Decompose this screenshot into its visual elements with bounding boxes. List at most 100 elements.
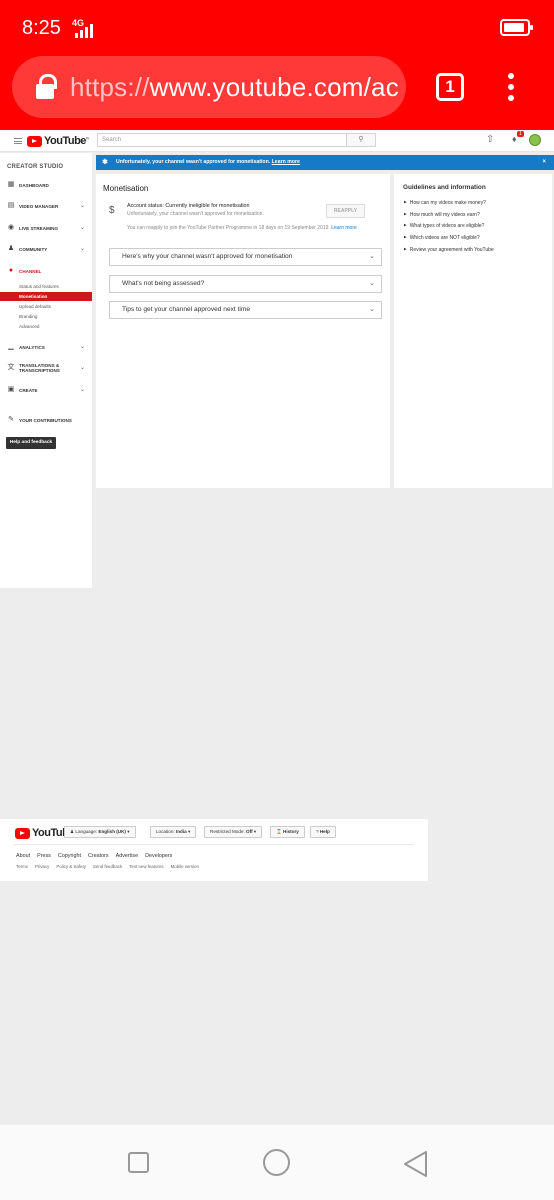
footer-link-privacy[interactable]: Privacy: [35, 864, 49, 869]
footer: YouTube ♟ Language: English (UK) ▾ Locat…: [0, 819, 428, 881]
search-input[interactable]: Search: [97, 133, 347, 147]
monetisation-panel: Monetisation $ Account status: Currently…: [96, 174, 390, 488]
chevron-down-icon: ⌄: [79, 365, 85, 371]
footer-link-mobile[interactable]: Mobile version: [171, 864, 199, 869]
footer-link-creators[interactable]: Creators: [88, 853, 109, 859]
footer-primary-links: About Press Copyright Creators Advertise…: [16, 853, 172, 859]
url-text[interactable]: https://www.youtube.com/ac: [70, 72, 399, 103]
upload-icon[interactable]: ⇧: [486, 134, 494, 145]
status-time: 8:25: [22, 17, 61, 39]
accordion-label: Tips to get your channel approved next t…: [122, 306, 251, 313]
sidebar-subitem-branding[interactable]: Branding: [0, 312, 92, 321]
sidebar-subitem-advanced[interactable]: Advanced: [0, 322, 92, 331]
chevron-down-icon: ⌄: [79, 344, 85, 350]
sidebar-subitem-status[interactable]: Status and features: [0, 282, 92, 291]
youtube-play-icon: [15, 827, 30, 839]
accordion-why-not-approved[interactable]: Here's why your channel wasn't approved …: [109, 248, 382, 266]
battery-icon: [500, 19, 533, 36]
guideline-link[interactable]: What types of videos are eligible?: [404, 223, 485, 229]
chevron-down-icon: ⌄: [79, 246, 85, 252]
sidebar-item-live-streaming[interactable]: ◉ LIVE STREAMING ⌄: [0, 221, 92, 235]
help-label: Help: [319, 829, 330, 834]
guidelines-panel: Guidelines and information How can my vi…: [394, 174, 552, 488]
reapply-learn-more-link[interactable]: Learn more: [331, 225, 357, 231]
reapply-note-text: You can reapply to join the YouTube Part…: [127, 225, 330, 231]
sidebar-item-translations[interactable]: 文 TRANSLATIONS & TRANSCRIPTIONS ⌄: [0, 361, 92, 375]
search-button[interactable]: ⚲: [346, 133, 376, 147]
url-bar[interactable]: https://www.youtube.com/ac: [12, 56, 406, 118]
chevron-down-icon: ⌄: [369, 306, 375, 313]
reapply-button[interactable]: REAPPLY: [326, 204, 365, 218]
sidebar-item-video-manager[interactable]: ▤ VIDEO MANAGER ⌄: [0, 199, 92, 213]
sidebar-item-create[interactable]: ▣ CREATE ⌄: [0, 383, 92, 397]
youtube-logo[interactable]: YouTubeIN: [27, 135, 89, 147]
guideline-link[interactable]: How much will my videos earn?: [404, 212, 480, 218]
star-icon: ✱: [102, 159, 108, 166]
video-manager-icon: ▤: [7, 202, 15, 209]
hamburger-menu-icon[interactable]: [14, 138, 22, 146]
chevron-down-icon: ⌄: [369, 280, 375, 287]
language-value: English (UK): [98, 829, 126, 834]
notification-count: 1: [517, 131, 524, 137]
accordion-tips[interactable]: Tips to get your channel approved next t…: [109, 301, 382, 319]
sidebar-title: CREATOR STUDIO: [7, 164, 64, 170]
guideline-link[interactable]: How can my videos make money?: [404, 200, 486, 206]
sidebar-item-channel[interactable]: ● CHANNEL: [0, 264, 92, 278]
account-status: Account status: Currently ineligible for…: [127, 203, 250, 209]
banner-learn-more-link[interactable]: Learn more: [272, 159, 300, 165]
restricted-mode-selector[interactable]: Restricted Mode: Off ▾: [204, 826, 263, 838]
guideline-link[interactable]: Review your agreement with YouTube: [404, 247, 494, 253]
footer-link-copyright[interactable]: Copyright: [58, 853, 81, 859]
guideline-link[interactable]: Which videos are NOT eligible?: [404, 235, 480, 241]
browser-menu-icon[interactable]: [506, 73, 516, 103]
accordion-not-assessed[interactable]: What's not being assessed? ⌄: [109, 275, 382, 293]
footer-link-test-features[interactable]: Test new features: [129, 864, 163, 869]
recents-button-icon[interactable]: [128, 1152, 149, 1173]
alert-banner: ✱ Unfortunately, your channel wasn't app…: [96, 155, 554, 170]
reapply-note: You can reapply to join the YouTube Part…: [127, 225, 357, 231]
live-streaming-icon: ◉: [7, 224, 15, 231]
location-selector[interactable]: Location: India ▾: [150, 826, 197, 838]
avatar[interactable]: [529, 134, 541, 146]
translations-icon: 文: [7, 364, 15, 371]
footer-link-terms[interactable]: Terms: [16, 864, 28, 869]
community-icon: ♟: [7, 245, 15, 252]
tab-switcher-button[interactable]: 1: [436, 73, 464, 101]
youtube-page: YouTubeIN Search ⚲ ⇧ ♦ 1 CREATOR STUDIO ▦…: [0, 130, 554, 1125]
language-label: Language:: [75, 829, 98, 834]
footer-link-feedback[interactable]: Send feedback: [93, 864, 122, 869]
url-scheme: https://: [70, 72, 150, 102]
sidebar-item-community[interactable]: ♟ COMMUNITY ⌄: [0, 242, 92, 256]
footer-link-developers[interactable]: Developers: [145, 853, 172, 859]
sidebar-item-analytics[interactable]: ▁ ANALYTICS ⌄: [0, 340, 92, 354]
logo-text: YouTube: [44, 135, 86, 147]
sidebar-subitem-monetisation[interactable]: Monetisation: [0, 292, 92, 301]
create-icon: ▣: [7, 386, 15, 393]
analytics-icon: ▁: [8, 343, 14, 350]
restricted-label: Restricted Mode:: [210, 829, 245, 834]
channel-icon: ●: [8, 267, 14, 274]
dashboard-icon: ▦: [7, 181, 15, 188]
location-value: India: [175, 829, 187, 834]
footer-link-press[interactable]: Press: [37, 853, 51, 859]
help-button[interactable]: ? Help: [310, 826, 336, 838]
sidebar-subitem-upload-defaults[interactable]: Upload defaults: [0, 302, 92, 311]
sidebar-item-contributions[interactable]: ✎ YOUR CONTRIBUTIONS: [0, 413, 92, 427]
no-dollar-icon: $: [109, 205, 115, 216]
close-icon[interactable]: ×: [542, 155, 546, 170]
notifications-bell-icon[interactable]: ♦ 1: [512, 131, 524, 144]
footer-link-advertise[interactable]: Advertise: [116, 853, 138, 859]
history-button[interactable]: ⌛ History: [270, 826, 305, 838]
history-label: History: [283, 829, 299, 834]
home-button-icon[interactable]: [263, 1149, 290, 1176]
footer-link-about[interactable]: About: [16, 853, 30, 859]
youtube-play-icon: [27, 135, 42, 147]
accordion-label: Here's why your channel wasn't approved …: [122, 253, 293, 260]
chevron-down-icon: ⌄: [79, 203, 85, 209]
location-label: Location:: [156, 829, 175, 834]
help-feedback-button[interactable]: Help and feedback: [6, 437, 56, 449]
sidebar-item-dashboard[interactable]: ▦ DASHBOARD: [0, 178, 92, 192]
footer-link-policy[interactable]: Policy & Safety: [56, 864, 86, 869]
restricted-value: Off: [246, 829, 253, 834]
language-selector[interactable]: ♟ Language: English (UK) ▾: [64, 826, 136, 838]
